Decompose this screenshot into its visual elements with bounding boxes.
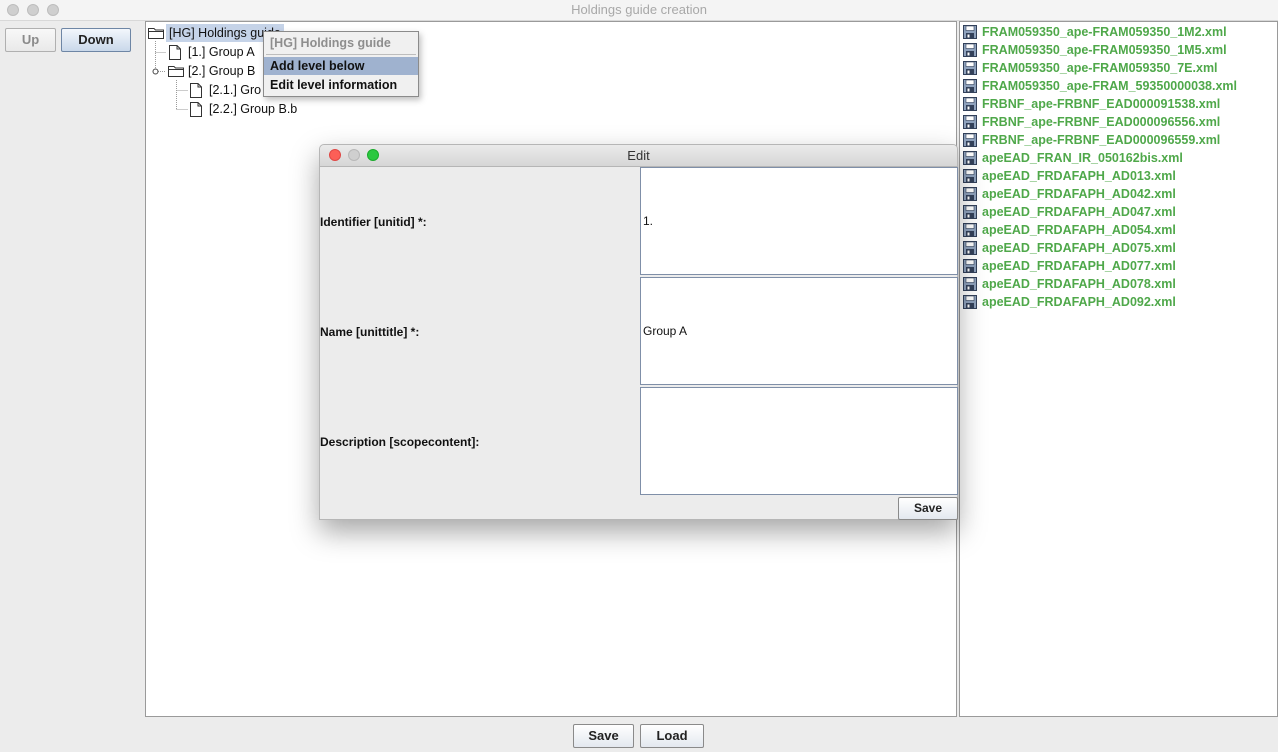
save-button[interactable]: Save	[573, 724, 634, 748]
tree-node-label: [2.2.] Group B.b	[209, 102, 298, 116]
file-name: apeEAD_FRDAFAPH_AD092.xml	[982, 295, 1176, 309]
description-label: Description [scopecontent]:	[320, 435, 480, 449]
dialog-save-button[interactable]: Save	[898, 497, 958, 520]
load-button[interactable]: Load	[640, 724, 704, 748]
minimize-dialog-icon[interactable]	[348, 149, 360, 161]
folder-icon	[148, 28, 164, 39]
floppy-disk-icon	[963, 79, 977, 93]
tree-node-label: [2.1.] Gro	[209, 83, 262, 97]
file-name: apeEAD_FRDAFAPH_AD078.xml	[982, 277, 1176, 291]
floppy-disk-icon	[963, 259, 977, 273]
folder-open-icon	[168, 66, 184, 77]
file-name: FRAM059350_ape-FRAM_59350000038.xml	[982, 79, 1238, 93]
zoom-dialog-icon[interactable]	[367, 149, 379, 161]
name-field[interactable]: Group A	[640, 277, 958, 385]
file-name: apeEAD_FRAN_IR_050162bis.xml	[982, 151, 1183, 165]
floppy-disk-icon	[963, 115, 977, 129]
file-name: apeEAD_FRDAFAPH_AD075.xml	[982, 241, 1176, 255]
up-button[interactable]: Up	[5, 28, 56, 52]
floppy-disk-icon	[963, 43, 977, 57]
file-list-panel[interactable]: FRAM059350_ape-FRAM059350_1M2.xml FRAM059…	[959, 21, 1278, 717]
file-name: apeEAD_FRDAFAPH_AD077.xml	[982, 259, 1176, 273]
floppy-disk-icon	[963, 187, 977, 201]
floppy-disk-icon	[963, 295, 977, 309]
zoom-window-icon[interactable]	[47, 4, 59, 16]
left-panel: Up Down	[0, 21, 137, 718]
window-titlebar: Holdings guide creation	[0, 0, 1278, 21]
minimize-window-icon[interactable]	[27, 4, 39, 16]
add-level-below-menu-item[interactable]: Add level below	[264, 57, 418, 75]
identifier-value: 1.	[643, 214, 654, 228]
floppy-disk-icon	[963, 205, 977, 219]
context-menu-header: [HG] Holdings guide	[270, 36, 391, 50]
collapse-group-b-handle	[152, 68, 159, 75]
description-field[interactable]	[640, 387, 958, 495]
file-name: FRBNF_ape-FRBNF_EAD000096556.xml	[982, 115, 1221, 129]
edit-dialog: Edit Identifier [unitid] *: 1. Name [uni…	[319, 144, 958, 520]
document-icon	[190, 83, 202, 98]
name-value: Group A	[643, 324, 688, 338]
bottom-bar: Save Load	[0, 718, 1278, 752]
edit-dialog-title: Edit	[627, 148, 650, 163]
down-button[interactable]: Down	[61, 28, 131, 52]
tree-context-menu: [HG] Holdings guide Add level below Edit…	[263, 31, 419, 97]
identifier-field[interactable]: 1.	[640, 167, 958, 275]
file-name: FRBNF_ape-FRBNF_EAD000096559.xml	[982, 133, 1221, 147]
floppy-disk-icon	[963, 223, 977, 237]
file-name: FRAM059350_ape-FRAM059350_7E.xml	[982, 61, 1218, 75]
edit-dialog-titlebar: Edit	[320, 145, 957, 167]
close-window-icon[interactable]	[7, 4, 19, 16]
file-name: FRAM059350_ape-FRAM059350_1M5.xml	[982, 43, 1227, 57]
floppy-disk-icon	[963, 133, 977, 147]
tree-node-label: [2.] Group B	[188, 64, 256, 78]
identifier-label: Identifier [unitid] *:	[320, 215, 427, 229]
file-name: FRBNF_ape-FRBNF_EAD000091538.xml	[982, 97, 1221, 111]
edit-level-information-menu-item[interactable]: Edit level information	[264, 76, 418, 94]
file-name: apeEAD_FRDAFAPH_AD054.xml	[982, 223, 1176, 237]
close-dialog-icon[interactable]	[329, 149, 341, 161]
tree-node-label: [1.] Group A	[188, 45, 255, 59]
file-name: apeEAD_FRDAFAPH_AD042.xml	[982, 187, 1176, 201]
floppy-disk-icon	[963, 25, 977, 39]
document-icon	[190, 102, 202, 117]
floppy-disk-icon	[963, 241, 977, 255]
floppy-disk-icon	[963, 169, 977, 183]
document-icon	[169, 45, 181, 60]
floppy-disk-icon	[963, 97, 977, 111]
name-label: Name [unittitle] *:	[320, 325, 420, 339]
file-name: apeEAD_FRDAFAPH_AD013.xml	[982, 169, 1176, 183]
file-name: apeEAD_FRDAFAPH_AD047.xml	[982, 205, 1176, 219]
floppy-disk-icon	[963, 277, 977, 291]
file-name: FRAM059350_ape-FRAM059350_1M2.xml	[982, 25, 1227, 39]
floppy-disk-icon	[963, 151, 977, 165]
floppy-disk-icon	[963, 61, 977, 75]
window-title: Holdings guide creation	[571, 2, 707, 17]
menu-separator	[266, 54, 416, 55]
